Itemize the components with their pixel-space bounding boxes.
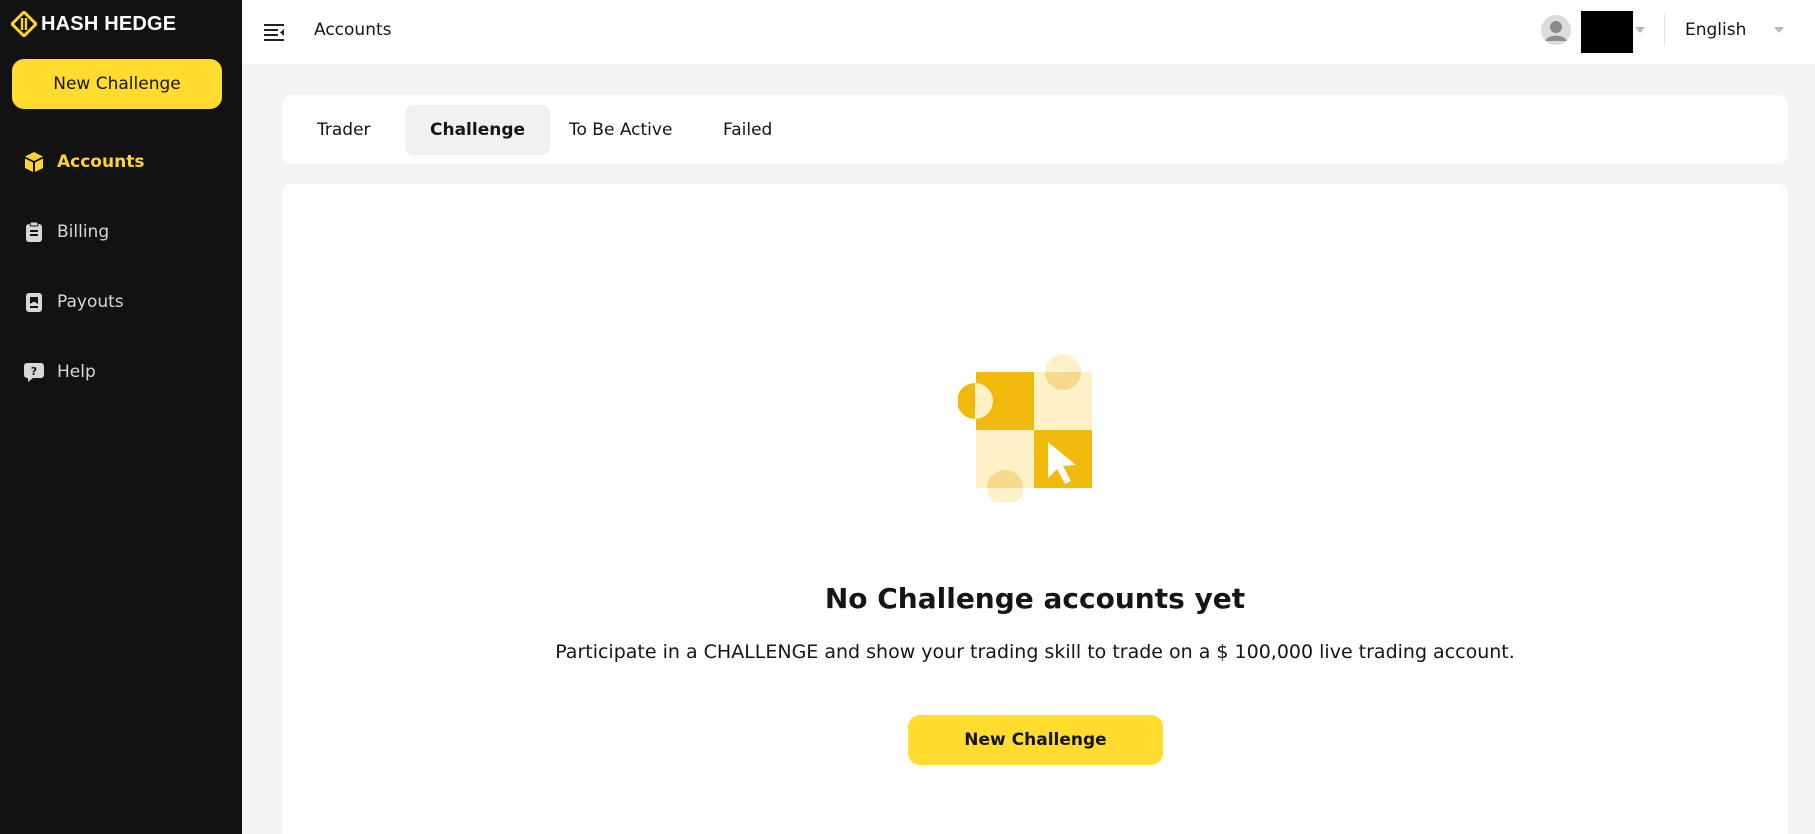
sidebar-item-label: Payouts bbox=[57, 292, 124, 312]
page-title: Accounts bbox=[314, 20, 392, 40]
sidebar-item-label: Accounts bbox=[57, 152, 145, 172]
sidebar-item-label: Help bbox=[57, 362, 96, 382]
help-bubble-icon: ? bbox=[23, 361, 45, 383]
new-challenge-button[interactable]: New Challenge bbox=[908, 715, 1163, 765]
top-header: Accounts English bbox=[242, 0, 1815, 64]
clipboard-icon bbox=[23, 221, 45, 243]
accounts-content: No Challenge accounts yet Participate in… bbox=[282, 184, 1788, 834]
sidebar-item-label: Billing bbox=[57, 222, 110, 242]
sidebar-item-billing[interactable]: Billing bbox=[0, 197, 242, 267]
username-redacted[interactable] bbox=[1581, 11, 1633, 53]
brand-name: HASH HEDGE bbox=[41, 12, 177, 35]
hash-hedge-logo-icon bbox=[11, 11, 37, 37]
sidebar: HASH HEDGE New Challenge Accounts Billin… bbox=[0, 0, 242, 834]
empty-state-description: Participate in a CHALLENGE and show your… bbox=[555, 641, 1515, 663]
header-divider bbox=[1664, 14, 1665, 46]
sidebar-item-payouts[interactable]: Payouts bbox=[0, 267, 242, 337]
tab-trader[interactable]: Trader bbox=[292, 105, 396, 155]
brand-logo[interactable]: HASH HEDGE bbox=[11, 11, 176, 37]
avatar[interactable] bbox=[1541, 15, 1571, 45]
tab-challenge[interactable]: Challenge bbox=[405, 105, 551, 155]
tab-to-be-active[interactable]: To Be Active bbox=[544, 105, 697, 155]
language-caret-icon[interactable] bbox=[1774, 27, 1784, 33]
user-menu-caret-icon[interactable] bbox=[1635, 27, 1645, 33]
menu-collapse-icon[interactable] bbox=[262, 20, 286, 44]
empty-state-title: No Challenge accounts yet bbox=[824, 582, 1246, 615]
language-selector[interactable]: English bbox=[1685, 20, 1746, 40]
user-avatar-icon bbox=[1541, 15, 1571, 45]
tab-failed[interactable]: Failed bbox=[698, 105, 797, 155]
account-tabs: Trader Challenge To Be Active Failed bbox=[282, 95, 1788, 164]
sidebar-nav: Accounts Billing Payouts ? Help bbox=[0, 127, 242, 407]
svg-text:?: ? bbox=[31, 365, 37, 378]
wallet-icon bbox=[23, 291, 45, 313]
empty-challenge-illustration bbox=[958, 354, 1092, 502]
sidebar-new-challenge-button[interactable]: New Challenge bbox=[12, 59, 222, 109]
sidebar-item-help[interactable]: ? Help bbox=[0, 337, 242, 407]
cube-icon bbox=[23, 151, 45, 173]
sidebar-item-accounts[interactable]: Accounts bbox=[0, 127, 242, 197]
